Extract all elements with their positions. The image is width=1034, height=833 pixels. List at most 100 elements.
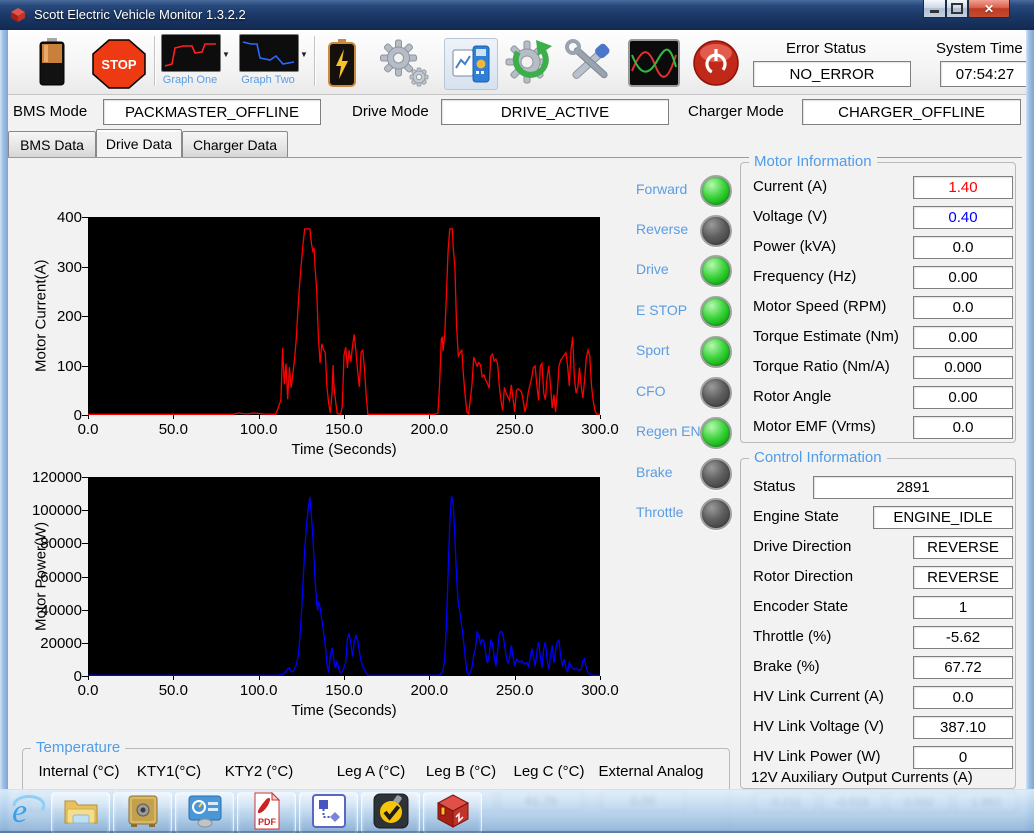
temperature-title: Temperature [31, 739, 125, 756]
y-tick-mark [82, 643, 88, 644]
svg-text:PDF: PDF [258, 817, 277, 827]
control-info-row-label: Rotor Direction [753, 568, 853, 585]
x-tick-mark [259, 676, 260, 680]
taskbar-button-red-cube-app[interactable] [423, 792, 482, 833]
motor-information-title: Motor Information [749, 153, 877, 170]
graph-two-button[interactable]: Graph Two ▼ [239, 34, 299, 90]
control-info-value-field[interactable]: ENGINE_IDLE [873, 506, 1013, 529]
multimeter-icon [451, 44, 491, 84]
motor-info-value-field[interactable]: 0.0 [913, 416, 1013, 439]
indicator-label: Sport [636, 342, 669, 358]
charger-mode-field[interactable]: CHARGER_OFFLINE [802, 99, 1021, 125]
indicator-label: E STOP [636, 302, 687, 318]
tab-charger-data[interactable]: Charger Data [182, 131, 288, 157]
y-tick-mark [82, 577, 88, 578]
minimize-button[interactable] [923, 0, 946, 18]
drive-mode-field[interactable]: DRIVE_ACTIVE [441, 99, 669, 125]
stop-button[interactable]: STOP [92, 39, 146, 89]
toolbar-separator [154, 36, 155, 86]
motor-info-value-field[interactable]: 0.0 [913, 236, 1013, 259]
tab-bms-data[interactable]: BMS Data [8, 131, 96, 157]
oscilloscope-icon [628, 39, 680, 87]
indicator-row-throttle: Throttle [630, 498, 740, 528]
taskbar-button-pdf-reader[interactable]: PDF [237, 792, 296, 833]
control-info-row-label: Brake (%) [753, 658, 820, 675]
y-tick-label: 40000 [26, 602, 82, 619]
motor-info-row-label: Frequency (Hz) [753, 268, 856, 285]
indicator-row-regen-en: Regen EN [630, 417, 740, 447]
y-tick-mark [82, 543, 88, 544]
error-status-field[interactable]: NO_ERROR [753, 61, 911, 87]
x-tick-mark [344, 415, 345, 419]
indicator-row-sport: Sport [630, 336, 740, 366]
taskbar-icon-internet-explorer[interactable]: e [4, 792, 50, 832]
indicator-row-cfo: CFO [630, 377, 740, 407]
temperature-column-label: Leg C (°C) [491, 763, 607, 780]
battery-icon [37, 38, 67, 86]
stop-icon: STOP [92, 39, 146, 89]
led-on-icon [700, 296, 732, 328]
system-time-field[interactable]: 07:54:27 [940, 61, 1030, 87]
y-tick-mark [82, 610, 88, 611]
battery-button[interactable] [37, 38, 67, 86]
x-tick-mark [173, 676, 174, 680]
window-left-border [0, 30, 8, 833]
graph-one-button[interactable]: Graph One ▼ [161, 34, 221, 90]
maximize-button[interactable] [946, 0, 968, 18]
motor-info-value-field[interactable]: 0.00 [913, 386, 1013, 409]
motor-info-value-field[interactable]: 0.0 [913, 296, 1013, 319]
control-info-value-field[interactable]: 2891 [813, 476, 1013, 499]
motor-info-value-field[interactable]: 1.40 [913, 176, 1013, 199]
taskbar-button-safe[interactable] [113, 792, 172, 833]
led-off-icon [700, 215, 732, 247]
indicator-label: Throttle [636, 504, 683, 520]
settings-gears-button[interactable] [376, 38, 430, 88]
window-title: Scott Electric Vehicle Monitor 1.3.2.2 [34, 7, 246, 22]
power-button[interactable] [692, 39, 740, 87]
control-info-value-field[interactable]: 67.72 [913, 656, 1013, 679]
control-info-value-field[interactable]: REVERSE [913, 566, 1013, 589]
refresh-button[interactable] [502, 38, 558, 88]
graph-two-dropdown-icon[interactable]: ▼ [300, 50, 308, 59]
mode-bar: BMS Mode PACKMASTER_OFFLINE Drive Mode D… [8, 94, 1026, 130]
battery-charge-button[interactable] [326, 39, 358, 87]
battery-charge-icon [326, 39, 358, 87]
svg-text:STOP: STOP [101, 57, 136, 72]
tab-drive-data[interactable]: Drive Data [96, 129, 182, 157]
control-info-value-field[interactable]: 387.10 [913, 716, 1013, 739]
x-tick-mark [259, 415, 260, 419]
taskbar-button-file-manager[interactable] [51, 792, 110, 833]
indicator-row-forward: Forward [630, 175, 740, 205]
multimeter-button[interactable] [444, 38, 498, 90]
control-info-row-label: Throttle (%) [753, 628, 831, 645]
motor-info-value-field[interactable]: 0.000 [913, 356, 1013, 379]
power-icon [692, 39, 740, 87]
motor-info-value-field[interactable]: 0.00 [913, 266, 1013, 289]
bms-mode-field[interactable]: PACKMASTER_OFFLINE [103, 99, 321, 125]
tools-button[interactable] [564, 38, 618, 88]
oscilloscope-button[interactable] [628, 39, 680, 87]
x-tick-mark [600, 676, 601, 680]
control-info-value-field[interactable]: 0.0 [913, 686, 1013, 709]
x-tick-label: 0.0 [56, 682, 120, 699]
motor-info-row-label: Motor EMF (Vrms) [753, 418, 876, 435]
taskbar-button-antivirus[interactable] [361, 792, 420, 833]
control-information-title: Control Information [749, 449, 887, 466]
motor-info-value-field[interactable]: 0.00 [913, 326, 1013, 349]
graph-one-dropdown-icon[interactable]: ▼ [222, 50, 230, 59]
led-off-icon [700, 458, 732, 490]
close-button[interactable]: ✕ [968, 0, 1010, 18]
control-info-value-field[interactable]: -5.62 [913, 626, 1013, 649]
motor-info-value-field[interactable]: 0.40 [913, 206, 1013, 229]
x-tick-label: 100.0 [227, 682, 291, 699]
taskbar-button-display-settings[interactable] [175, 792, 234, 833]
taskbar-button-flowchart[interactable] [299, 792, 358, 833]
control-info-value-field[interactable]: REVERSE [913, 536, 1013, 559]
error-status-label: Error Status [786, 40, 866, 57]
indicator-label: Brake [636, 464, 673, 480]
x-tick-label: 200.0 [397, 682, 461, 699]
control-info-value-field[interactable]: 1 [913, 596, 1013, 619]
led-on-icon [700, 255, 732, 287]
motor-info-row-label: Torque Ratio (Nm/A) [753, 358, 890, 375]
control-info-value-field[interactable]: 0 [913, 746, 1013, 769]
